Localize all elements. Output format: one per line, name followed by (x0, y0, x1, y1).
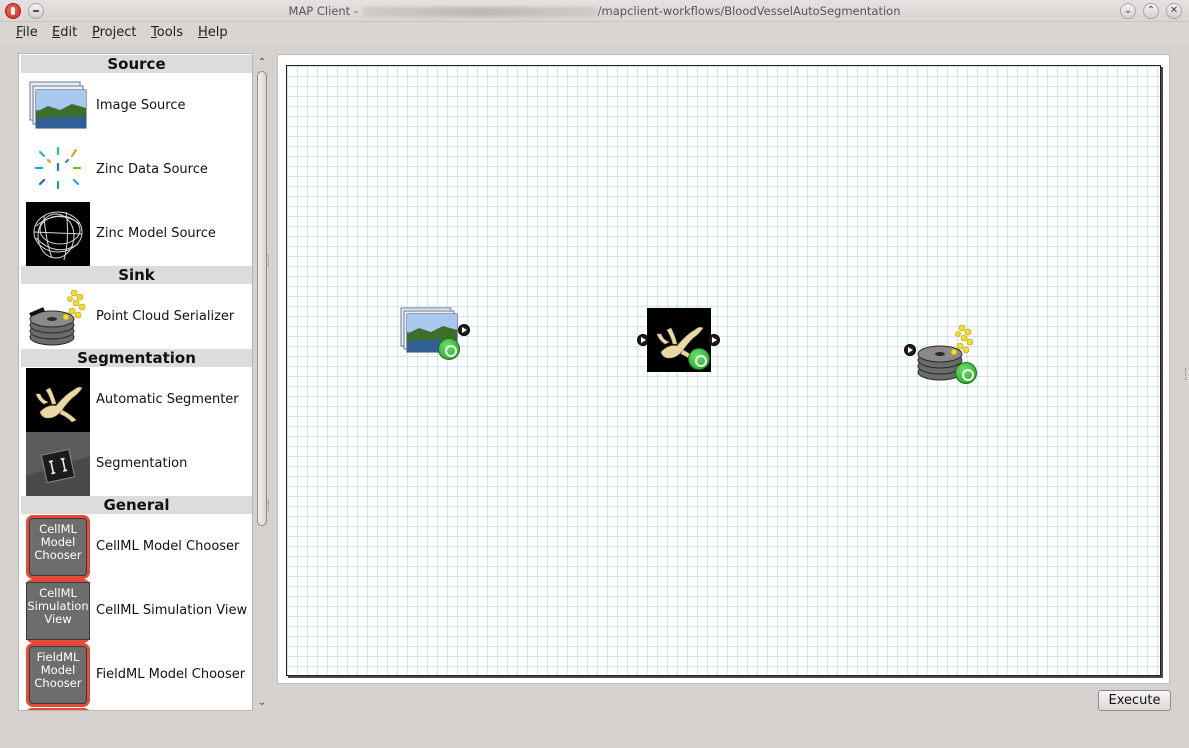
workflow-node-point-cloud-serializer[interactable] (904, 320, 980, 384)
category-source: Source (21, 55, 252, 73)
step-label: Image Source (96, 98, 186, 113)
menu-tools[interactable]: Tools (151, 25, 183, 40)
step-label: Automatic Segmenter (96, 392, 239, 407)
minimize-button[interactable]: ⌄ (1120, 3, 1136, 19)
thumb-line: Chooser (34, 548, 82, 562)
step-label: Zinc Data Source (96, 162, 208, 177)
splitter-grip[interactable] (268, 255, 271, 267)
maximize-button[interactable]: ⌃ (1143, 3, 1159, 19)
menu-project-mnemonic: P (92, 25, 100, 40)
palette-scrollbar[interactable]: ⌃ ⌄ (256, 57, 268, 709)
step-label: Segmentation (96, 456, 188, 471)
window-title-suffix: /mapclient-workflows/BloodVesselAutoSegm… (597, 4, 901, 18)
menu-help[interactable]: Help (198, 25, 228, 40)
next-step-peek (26, 708, 90, 710)
close-button[interactable]: ✕ (1166, 3, 1182, 19)
splitter-grip[interactable] (268, 500, 271, 512)
segmentation-icon (26, 432, 90, 496)
step-label: Zinc Model Source (96, 226, 216, 241)
fieldml-chooser-icon: FieldML Model Chooser (26, 643, 90, 707)
configure-gear-icon[interactable] (955, 362, 977, 384)
menu-edit-label: dit (60, 25, 78, 40)
step-fieldml-model-chooser[interactable]: FieldML Model Chooser FieldML Model Choo… (25, 643, 250, 707)
step-point-cloud-serializer[interactable]: Point Cloud Serializer (25, 285, 250, 349)
cellml-simulation-icon: CellML Simulation View (26, 579, 90, 643)
menu-file[interactable]: File (16, 25, 38, 40)
category-segmentation: Segmentation (21, 349, 252, 367)
menu-file-label: ile (22, 25, 38, 40)
scroll-up-arrow-icon[interactable]: ⌃ (256, 57, 268, 69)
step-palette: Source Image Source Zinc Data Source Zin… (18, 53, 253, 711)
output-port-icon[interactable] (708, 334, 720, 346)
thumb-line: View (44, 612, 72, 626)
step-label: FieldML Model Chooser (96, 667, 246, 682)
blurred-path (362, 6, 597, 17)
window-title: MAP Client - /mapclient-workflows/BloodV… (0, 4, 1189, 18)
category-sink: Sink (21, 266, 252, 284)
output-port-icon[interactable] (458, 324, 470, 336)
step-automatic-segmenter[interactable]: Automatic Segmenter (25, 368, 250, 432)
menu-help-mnemonic: H (198, 25, 208, 40)
disk-stack-icon (29, 289, 86, 346)
thumb-line: Chooser (34, 676, 82, 690)
step-label: Point Cloud Serializer (96, 309, 235, 324)
mesh-model-icon (26, 202, 90, 266)
step-segmentation[interactable]: Segmentation (25, 432, 250, 496)
menu-edit[interactable]: Edit (52, 25, 77, 40)
menu-edit-mnemonic: E (52, 25, 61, 40)
step-label: CellML Model Chooser (96, 539, 240, 554)
execute-button[interactable]: Execute (1098, 690, 1171, 711)
menu-project-label: roject (99, 25, 137, 40)
data-points-icon (34, 146, 82, 190)
configure-gear-icon[interactable] (688, 348, 710, 370)
menu-tools-label: ools (156, 25, 184, 40)
workflow-node-image-source[interactable] (400, 304, 470, 360)
menu-help-label: elp (207, 25, 228, 40)
window-titlebar: MAP Client - /mapclient-workflows/BloodV… (0, 0, 1189, 22)
workflow-canvas[interactable] (286, 65, 1161, 676)
step-zinc-data-source[interactable]: Zinc Data Source (25, 138, 250, 202)
configure-gear-icon[interactable] (438, 338, 460, 360)
category-general: General (21, 496, 252, 514)
scrollbar-thumb[interactable] (257, 71, 267, 526)
vessel-segment-icon (26, 368, 90, 432)
step-zinc-model-source[interactable]: Zinc Model Source (25, 202, 250, 266)
step-label: CellML Simulation View (96, 603, 248, 618)
scroll-down-arrow-icon[interactable]: ⌄ (256, 697, 268, 709)
workflow-node-automatic-segmenter[interactable] (637, 308, 720, 374)
window-resize-grip[interactable] (1185, 368, 1188, 380)
step-cellml-model-chooser[interactable]: CellML Model Chooser CellML Model Choose… (25, 515, 250, 579)
step-cellml-simulation-view[interactable]: CellML Simulation View CellML Simulation… (25, 579, 250, 643)
menu-bar: File Edit Project Tools Help (0, 22, 1189, 44)
workflow-area (277, 54, 1170, 684)
step-image-source[interactable]: Image Source (25, 74, 250, 138)
cellml-chooser-icon: CellML Model Chooser (26, 515, 90, 579)
menu-project[interactable]: Project (92, 25, 137, 40)
window-title-prefix: MAP Client - (288, 4, 362, 18)
image-stack-icon (29, 81, 87, 129)
